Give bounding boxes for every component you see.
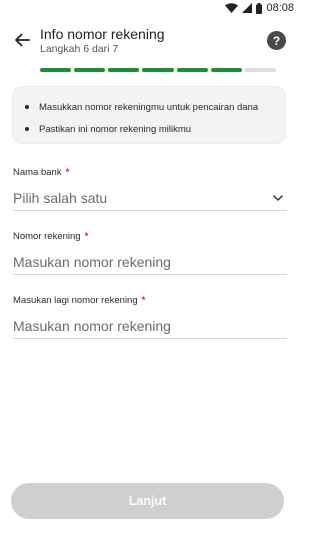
help-button[interactable]: ? (267, 31, 286, 50)
info-text: Masukkan nomor rekeningmu untuk pencaira… (39, 101, 259, 113)
info-box: Masukkan nomor rekeningmu untuk pencaira… (12, 86, 286, 144)
step-indicator: Langkah 6 dari 7 (40, 43, 119, 55)
account-number-label: Nomor rekening (13, 230, 81, 242)
progress-segment (40, 68, 72, 72)
help-icon: ? (272, 33, 281, 48)
wifi-icon (225, 3, 239, 13)
bullet-icon (25, 105, 29, 109)
arrow-left-icon (13, 31, 31, 54)
info-item: Masukkan nomor rekeningmu untuk pencaira… (25, 98, 273, 116)
bank-select[interactable]: Pilih salah satu (13, 185, 287, 211)
signal-icon (242, 3, 253, 13)
account-number-confirm-label: Masukan lagi nomor rekening (13, 294, 138, 306)
app-header: Info nomor rekening Langkah 6 dari 7 ? (0, 24, 300, 60)
next-button[interactable]: Lanjut (11, 483, 284, 519)
progress-segment (176, 68, 208, 72)
back-button[interactable] (10, 30, 34, 54)
bank-label: Nama bank (13, 166, 62, 178)
progress-bar (40, 68, 276, 72)
status-time: 08:08 (266, 2, 294, 14)
account-number-confirm-input[interactable] (13, 313, 287, 339)
account-number-input[interactable] (13, 249, 287, 275)
progress-segment (108, 68, 140, 72)
info-item: Pastikan ini nomor rekening milikmu (25, 120, 273, 138)
progress-segment (74, 68, 106, 72)
required-mark: * (65, 166, 70, 178)
required-mark: * (141, 294, 146, 306)
status-bar: 08:08 (0, 0, 300, 16)
required-mark: * (84, 230, 89, 242)
progress-segment (210, 68, 242, 72)
account-number-confirm-field: Masukan lagi nomor rekening * (13, 293, 287, 339)
bank-select-placeholder: Pilih salah satu (13, 189, 108, 206)
account-number-field: Nomor rekening * (13, 229, 287, 275)
bullet-icon (25, 127, 29, 131)
bank-field: Nama bank * Pilih salah satu (13, 165, 287, 211)
info-text: Pastikan ini nomor rekening milikmu (39, 123, 192, 135)
page-title: Info nomor rekening (40, 26, 165, 42)
battery-icon (256, 2, 263, 14)
progress-segment (142, 68, 174, 72)
chevron-down-icon (271, 191, 285, 205)
progress-segment (244, 68, 276, 72)
